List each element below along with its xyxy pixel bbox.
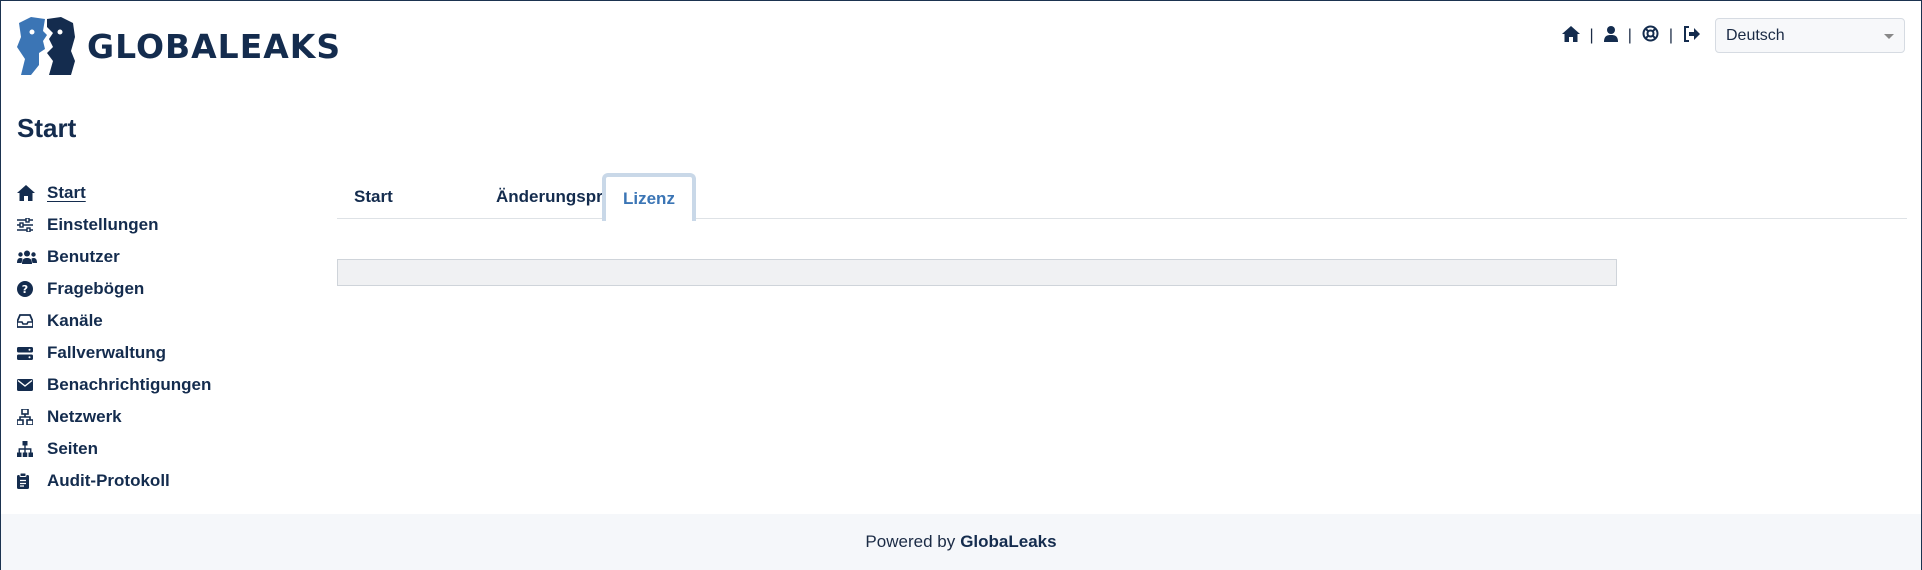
sign-out-icon[interactable] <box>1683 25 1701 47</box>
sidebar-item-label: Fallverwaltung <box>47 343 167 362</box>
inbox-icon <box>17 314 47 328</box>
sidebar-item-label: Benutzer <box>47 247 120 266</box>
home-icon <box>17 185 47 201</box>
footer-brand-link[interactable]: GlobaLeaks <box>960 532 1056 552</box>
tab-bar: Start Änderungsprotokoll Lizenz <box>337 173 1907 221</box>
sidebar-item-netzwerk[interactable]: Netzwerk <box>17 401 211 433</box>
separator: | <box>1627 27 1632 44</box>
license-content-box <box>337 259 1617 286</box>
sidebar-item-fallverwaltung[interactable]: Fallverwaltung <box>17 337 211 369</box>
sidebar-item-label: Benachrichtigungen <box>47 375 212 394</box>
footer-prefix: Powered by <box>865 532 956 551</box>
sidebar-item-label: Kanäle <box>47 311 103 330</box>
tab-start[interactable]: Start <box>337 175 410 219</box>
sidebar-item-einstellungen[interactable]: Einstellungen <box>17 209 211 241</box>
sidebar-item-audit-protokoll[interactable]: Audit-Protokoll <box>17 465 211 497</box>
logo[interactable]: GLOBALEAKS <box>17 17 341 75</box>
svg-text:?: ? <box>22 283 28 296</box>
envelope-icon <box>17 379 47 391</box>
sidebar-item-start[interactable]: Start <box>17 177 211 209</box>
life-ring-icon[interactable] <box>1642 25 1659 47</box>
separator: | <box>1668 27 1673 44</box>
home-icon[interactable] <box>1561 25 1580 47</box>
sidebar-item-label: Start <box>47 183 86 202</box>
server-icon <box>17 346 47 360</box>
separator: | <box>1589 27 1594 44</box>
tab-lizenz[interactable]: Lizenz <box>602 173 696 221</box>
header: GLOBALEAKS | | | Deutsch <box>1 1 1921 96</box>
sidebar-item-label: Fragebögen <box>47 279 145 298</box>
network-icon <box>17 409 47 425</box>
sidebar-item-frageboegen[interactable]: ? Fragebögen <box>17 273 211 305</box>
sidebar-item-seiten[interactable]: Seiten <box>17 433 211 465</box>
sliders-icon <box>17 218 47 232</box>
sidebar-item-label: Einstellungen <box>47 215 159 234</box>
header-icons: | | | <box>1561 25 1701 47</box>
chevron-down-icon <box>1884 34 1894 39</box>
footer: Powered by GlobaLeaks <box>1 514 1921 570</box>
language-select[interactable]: Deutsch <box>1715 18 1905 53</box>
user-icon[interactable] <box>1603 25 1618 47</box>
sidebar-item-label: Audit-Protokoll <box>47 471 170 490</box>
users-icon <box>17 250 47 264</box>
page-title: Start <box>17 113 77 143</box>
sidebar-item-kanaele[interactable]: Kanäle <box>17 305 211 337</box>
language-selected-value: Deutsch <box>1726 26 1785 44</box>
sidebar-item-benutzer[interactable]: Benutzer <box>17 241 211 273</box>
sidebar: Start Einstellungen Benutzer ? Frageböge… <box>17 177 211 497</box>
brand-name: GLOBALEAKS <box>87 26 342 66</box>
sidebar-item-label: Netzwerk <box>47 407 122 426</box>
sidebar-item-benachrichtigungen[interactable]: Benachrichtigungen <box>17 369 211 401</box>
question-circle-icon: ? <box>17 281 47 297</box>
globaleaks-logo-icon <box>17 17 75 75</box>
sidebar-item-label: Seiten <box>47 439 99 458</box>
sitemap-icon <box>17 441 47 457</box>
clipboard-icon <box>17 473 47 489</box>
